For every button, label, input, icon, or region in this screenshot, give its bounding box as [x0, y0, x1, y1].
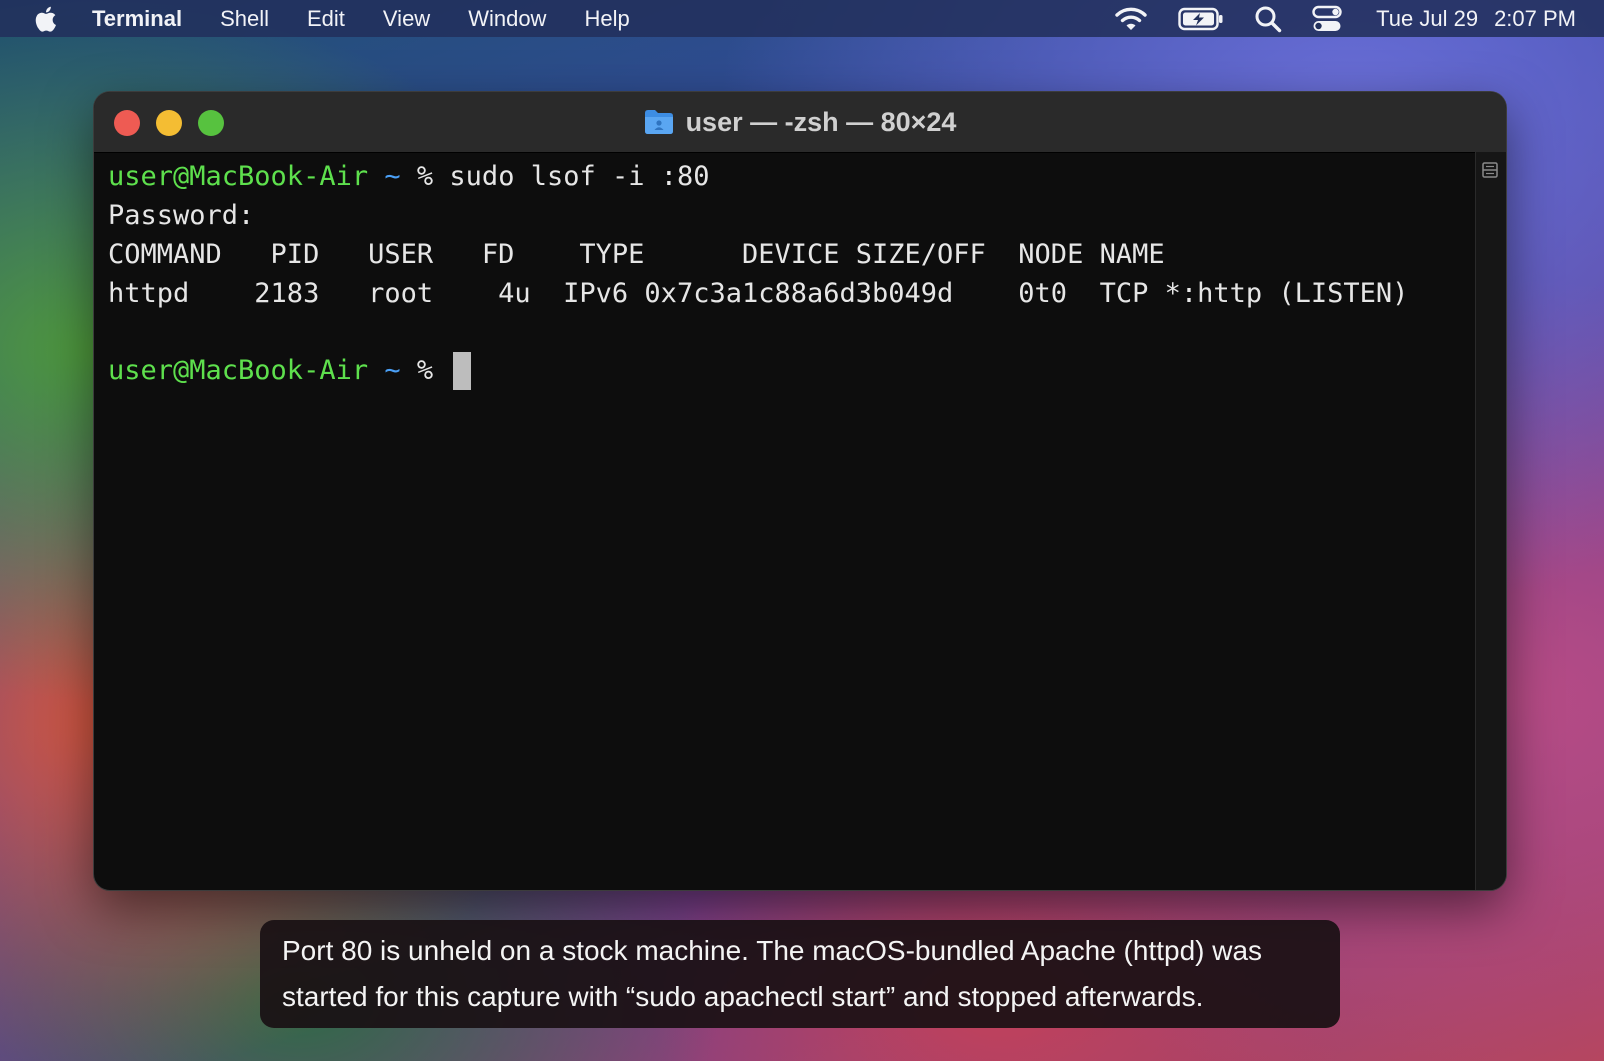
prompt-user: user@MacBook-Air: [108, 355, 369, 386]
menubar: Terminal Shell Edit View Window Help Tue…: [0, 0, 1604, 37]
command-line: user@MacBook-Air ~ % sudo lsof -i :80: [108, 158, 710, 196]
window-title: user — -zsh — 80×24: [94, 92, 1506, 152]
apple-icon[interactable]: [32, 5, 58, 33]
text-cursor: [453, 352, 472, 390]
prompt-symbol: %: [416, 355, 434, 386]
menu-view[interactable]: View: [383, 6, 430, 32]
search-icon[interactable]: [1254, 5, 1282, 33]
password-line: Password:: [108, 200, 255, 231]
folder-icon: [644, 110, 673, 134]
menu-window[interactable]: Window: [468, 6, 546, 32]
window-title-text: user — -zsh — 80×24: [685, 106, 957, 137]
caption-text: Port 80 is unheld on a stock machine. Th…: [282, 935, 1263, 1012]
caption-box: Port 80 is unheld on a stock machine. Th…: [260, 920, 1340, 1028]
battery-charging-icon[interactable]: [1178, 7, 1224, 31]
command-text: sudo lsof -i :80: [449, 161, 710, 192]
active-prompt-line: user@MacBook-Air ~ %: [108, 352, 472, 390]
menubar-time: 2:07 PM: [1494, 5, 1576, 31]
terminal-window: user — -zsh — 80×24 user@MacBook-Air ~ %…: [94, 92, 1506, 890]
split-pane-icon[interactable]: [1482, 162, 1498, 178]
output-row-line: httpd 2183 root 4u IPv6 0x7c3a1c88a6d3b0…: [108, 278, 1409, 309]
menubar-date: Tue Jul 29: [1376, 5, 1479, 31]
terminal-content[interactable]: user@MacBook-Air ~ % sudo lsof -i :80 Pa…: [108, 152, 1476, 890]
prompt-tilde: ~: [384, 355, 401, 386]
menubar-clock[interactable]: Tue Jul 29 2:07 PM: [1376, 6, 1576, 32]
wifi-icon[interactable]: [1114, 6, 1148, 32]
menu-shell[interactable]: Shell: [220, 6, 269, 32]
window-titlebar[interactable]: user — -zsh — 80×24: [94, 92, 1506, 153]
prompt-tilde: ~: [384, 161, 401, 192]
prompt-user: user@MacBook-Air: [108, 161, 369, 192]
prompt-symbol: %: [416, 161, 434, 192]
control-center-icon[interactable]: [1312, 5, 1342, 33]
menu-edit[interactable]: Edit: [307, 6, 345, 32]
output-header-line: COMMAND PID USER FD TYPE DEVICE SIZE/OFF…: [108, 239, 1165, 270]
scrollbar[interactable]: [1475, 152, 1506, 890]
menu-app-terminal[interactable]: Terminal: [92, 6, 182, 32]
menu-help[interactable]: Help: [584, 6, 629, 32]
menubar-status-area: Tue Jul 29 2:07 PM: [1084, 0, 1576, 37]
